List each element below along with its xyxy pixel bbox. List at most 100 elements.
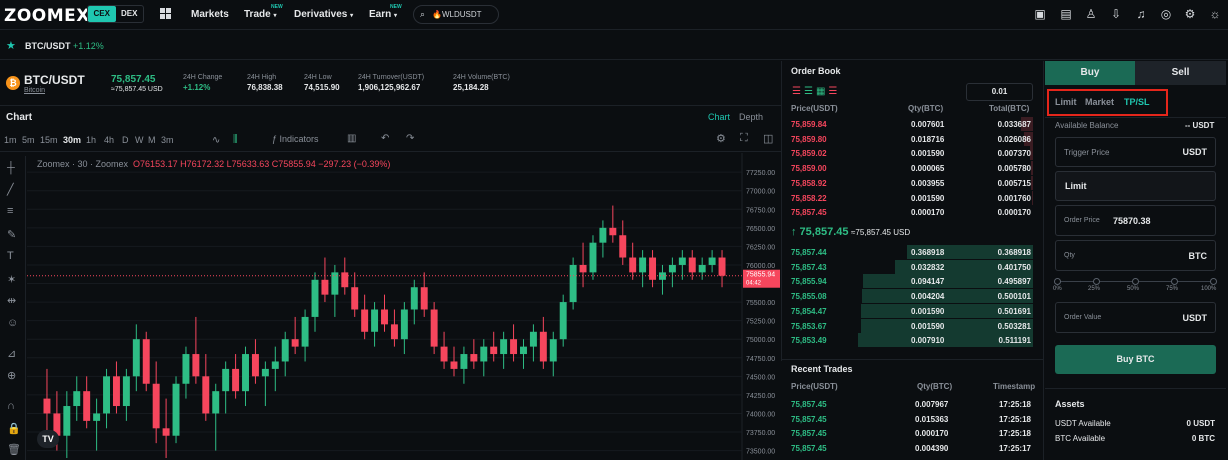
lock-icon[interactable]: 🔒 [7, 422, 21, 435]
interval-1m[interactable]: 1m [4, 135, 17, 145]
zoom-icon[interactable]: ⊕ [7, 369, 16, 382]
view-both-icon[interactable]: ☰ [792, 86, 804, 97]
slider-node[interactable] [1054, 278, 1061, 285]
buy-tab[interactable]: Buy [1045, 61, 1135, 85]
pattern-icon[interactable]: ✶ [7, 273, 16, 286]
orderbook-row[interactable]: 75,855.94 0.094147 0.495897 [791, 274, 1033, 289]
type-market[interactable]: Market [1085, 97, 1114, 107]
trendline-icon[interactable]: ╱ [7, 183, 14, 196]
interval-W[interactable]: W [135, 135, 144, 145]
undo-icon[interactable]: ↶ [381, 133, 389, 144]
buy-btc-button[interactable]: Buy BTC [1055, 345, 1216, 374]
interval-M[interactable]: M [148, 135, 156, 145]
indicators-button[interactable]: ƒ Indicators [272, 134, 319, 144]
slider-node[interactable] [1171, 278, 1178, 285]
search-input[interactable]: ⌕ 🔥WLDUSDT [413, 5, 499, 24]
wallet-icon[interactable]: ▣ [1033, 7, 1047, 21]
globe-icon[interactable]: ◎ [1159, 7, 1173, 21]
settings-icon[interactable]: ⚙ [1183, 7, 1197, 21]
orderbook-row[interactable]: 75,859.84 0.007601 0.033687 [791, 117, 1033, 132]
cex-toggle[interactable]: CEX [88, 6, 116, 22]
user-icon[interactable]: ♙ [1084, 7, 1098, 21]
nav-markets[interactable]: Markets [191, 9, 229, 20]
cex-dex-switch[interactable]: CEX DEX [87, 5, 144, 23]
magnet-icon[interactable]: ∩ [7, 400, 15, 412]
tradingview-logo[interactable]: TV [37, 430, 59, 448]
orderbook-row[interactable]: 75,857.45 0.000170 0.000170 [791, 205, 1033, 220]
crosshair-icon[interactable]: ┼ [7, 162, 15, 174]
view-bids-chart-icon[interactable]: ▦ [816, 86, 828, 97]
type-tpsl[interactable]: TP/SL [1124, 97, 1150, 107]
slider-node[interactable] [1093, 278, 1100, 285]
redo-icon[interactable]: ↷ [406, 133, 414, 144]
orderbook-row[interactable]: 75,859.00 0.000065 0.005780 [791, 161, 1033, 176]
ticker-pair[interactable]: BTC/USDT [24, 73, 85, 87]
orderbook-row[interactable]: 75,859.80 0.018716 0.026086 [791, 131, 1033, 147]
ticker-stat: 24H High 76,838.38 [247, 74, 283, 92]
interval-15m[interactable]: 15m [40, 135, 58, 145]
dex-toggle[interactable]: DEX [116, 6, 144, 22]
orderbook-row[interactable]: 75,854.47 0.001590 0.501691 [791, 303, 1033, 319]
trash-icon[interactable]: 🗑 [7, 443, 21, 456]
text-icon[interactable]: T [7, 250, 14, 262]
interval-4h[interactable]: 4h [104, 135, 114, 145]
fav-pair[interactable]: BTC/USDT [25, 41, 71, 51]
logo[interactable]: ZOOMEX [4, 6, 90, 26]
orderbook-view-icons[interactable]: ☰☰▦☰ [792, 86, 840, 97]
chart-settings-icon[interactable]: ⚙ [716, 132, 726, 145]
slider-node[interactable] [1132, 278, 1139, 285]
brush-icon[interactable]: ✎ [7, 228, 16, 241]
interval-3m[interactable]: 3m [161, 135, 174, 145]
type-limit[interactable]: Limit [1055, 97, 1077, 107]
tab-depth[interactable]: Depth [739, 112, 763, 122]
orderbook-row[interactable]: 75,859.02 0.001590 0.007370 [791, 146, 1033, 161]
ruler-icon[interactable]: ⊿ [7, 347, 16, 360]
interval-5m[interactable]: 5m [22, 135, 35, 145]
candlestick-chart[interactable]: 77250.00 77000.00 76750.00 76500.00 76250.00… [27, 153, 781, 460]
ticker-stat-value: +1.12% [183, 83, 211, 92]
orders-icon[interactable]: ▤ [1059, 7, 1073, 21]
candles-icon[interactable]: ⫼ [233, 134, 238, 145]
view-bids-icon[interactable]: ☰ [804, 86, 816, 97]
orderbook-row[interactable]: 75,858.92 0.003955 0.005715 [791, 175, 1033, 191]
nav-trade[interactable]: Trade ▾ [244, 9, 276, 20]
download-icon[interactable]: ⇩ [1109, 7, 1123, 21]
layout-icon[interactable]: ▥ [347, 133, 356, 144]
order-value-input[interactable]: Order Value USDT [1055, 302, 1216, 333]
ob-qty: 0.000065 [911, 164, 945, 174]
tab-chart[interactable]: Chart [708, 112, 730, 122]
order-type-select[interactable]: Limit [1055, 171, 1216, 201]
fullscreen-icon[interactable]: ⛶ [740, 132, 748, 145]
order-price-input[interactable]: Order Price 75870.38 [1055, 205, 1216, 236]
ticker-stat-label: 24H Low [304, 74, 332, 81]
orderbook-row[interactable]: 75,857.43 0.032832 0.401750 [791, 259, 1033, 275]
orderbook-row[interactable]: 75,858.22 0.001590 0.001760 [791, 190, 1033, 206]
interval-1h[interactable]: 1h [86, 135, 96, 145]
star-icon[interactable]: ★ [6, 39, 16, 52]
orderbook-row[interactable]: 75,855.08 0.004204 0.500101 [791, 289, 1033, 304]
nav-derivatives[interactable]: Derivatives ▾ [294, 9, 353, 20]
nav-earn[interactable]: Earn ▾ [369, 9, 397, 20]
interval-30m[interactable]: 30m [63, 135, 81, 145]
y-axis-label: 75000.00 [746, 337, 775, 344]
theme-sun-icon[interactable]: ☼ [1208, 7, 1222, 21]
ticker-sub[interactable]: Bitcoin [24, 87, 45, 94]
line-chart-icon[interactable]: ∿ [212, 135, 220, 146]
apps-grid-icon[interactable] [160, 8, 171, 19]
orderbook-row[interactable]: 75,853.67 0.001590 0.503281 [791, 318, 1033, 334]
trigger-price-input[interactable]: Trigger Price USDT [1055, 137, 1216, 167]
fib-icon[interactable]: ≡ [7, 205, 13, 217]
camera-icon[interactable]: ◫ [763, 132, 773, 145]
orderbook-row[interactable]: 75,857.44 0.368918 0.368918 [791, 245, 1033, 260]
precision-select[interactable]: 0.01 [966, 83, 1033, 101]
measure-icon[interactable]: ⇹ [7, 294, 16, 307]
bell-icon[interactable]: ♫ [1134, 7, 1148, 21]
sell-tab[interactable]: Sell [1135, 61, 1226, 85]
asset-label: BTC Available [1055, 434, 1106, 443]
interval-D[interactable]: D [122, 135, 129, 145]
emoji-icon[interactable]: ☺ [7, 317, 18, 329]
slider-node[interactable] [1210, 278, 1217, 285]
orderbook-row[interactable]: 75,853.49 0.007910 0.511191 [791, 333, 1033, 348]
qty-input[interactable]: Qty BTC [1055, 240, 1216, 271]
view-asks-icon[interactable]: ☰ [828, 86, 840, 97]
